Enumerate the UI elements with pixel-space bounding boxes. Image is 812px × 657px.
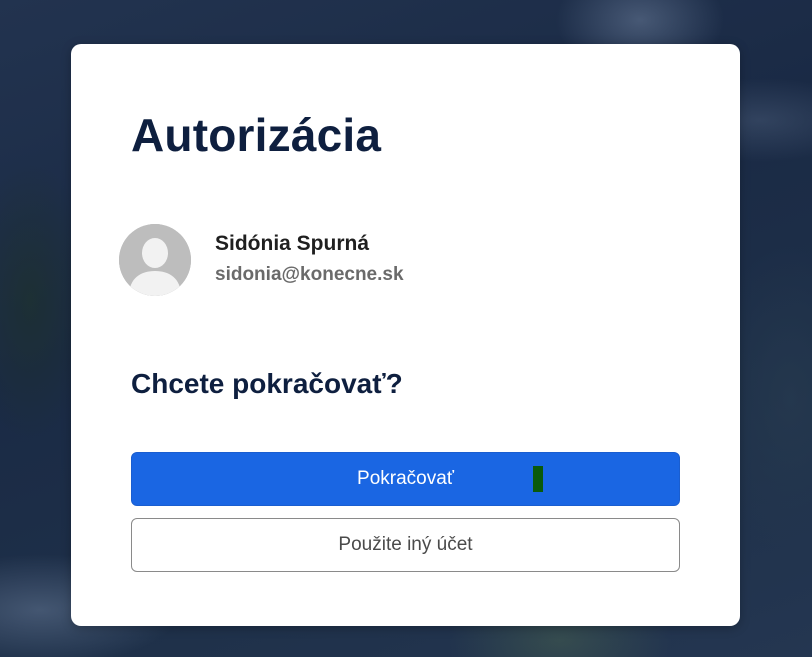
page-title: Autorizácia	[131, 109, 382, 161]
authorization-card: Autorizácia Sidónia Spurná sidonia@konec…	[71, 44, 740, 626]
continue-button[interactable]: Pokračovať	[131, 452, 680, 506]
cursor-marker	[533, 466, 543, 492]
continue-question: Chcete pokračovať?	[131, 368, 403, 399]
user-name: Sidónia Spurná	[215, 232, 370, 255]
use-other-account-button[interactable]: Použite iný účet	[131, 518, 680, 572]
user-email: sidonia@konecne.sk	[215, 264, 404, 285]
user-avatar-icon	[119, 224, 191, 296]
continue-button-label: Pokračovať	[357, 468, 454, 489]
use-other-account-label: Použite iný účet	[338, 534, 473, 555]
